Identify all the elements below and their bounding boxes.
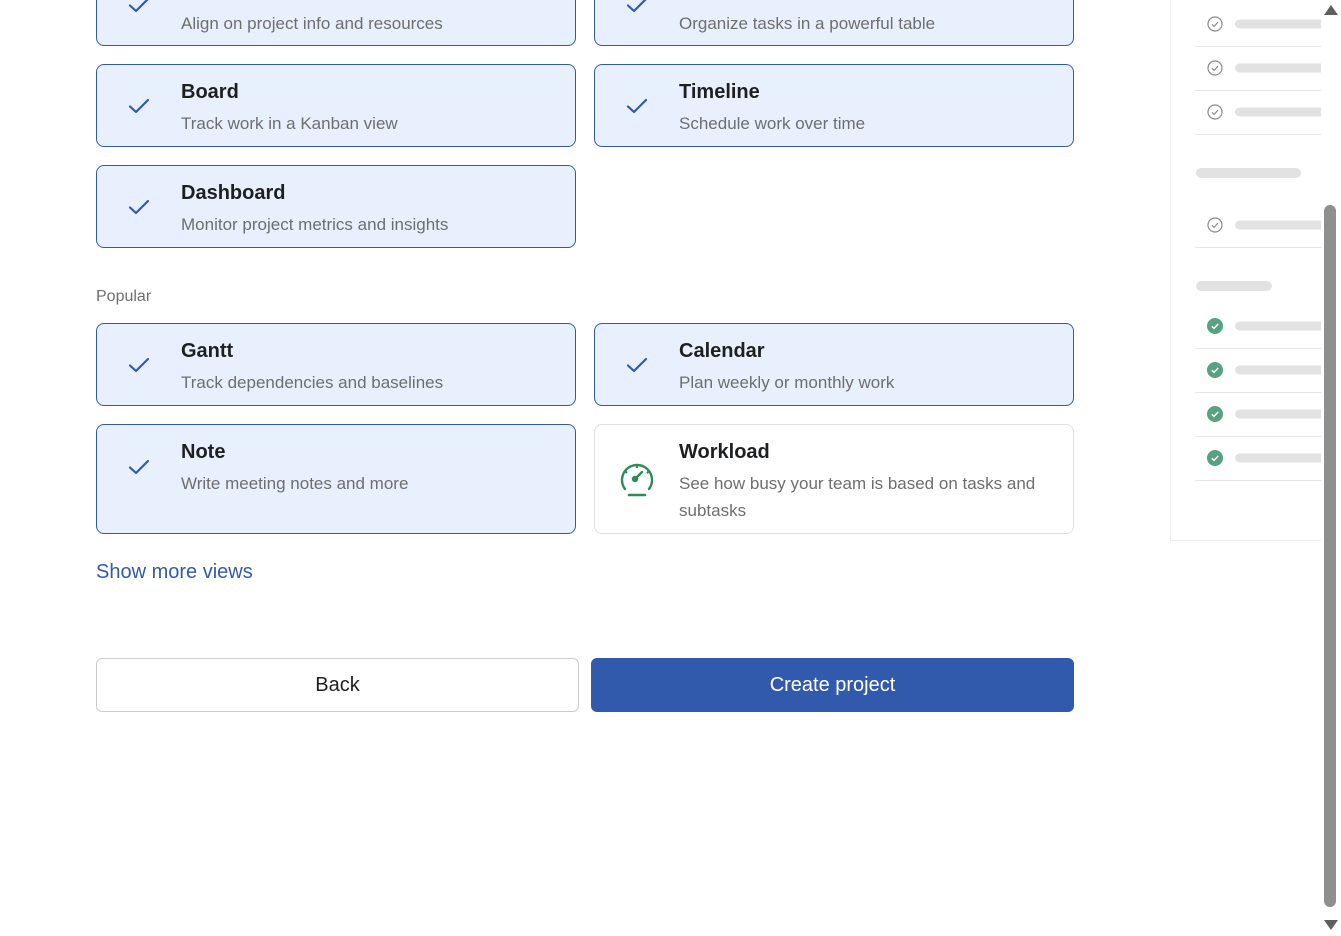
check-icon (623, 351, 651, 379)
view-card-board[interactable]: Board Track work in a Kanban view (96, 64, 576, 147)
view-card-title: Calendar (679, 340, 765, 362)
scroll-down-arrow-icon[interactable] (1324, 920, 1338, 930)
circle-check-icon (1207, 16, 1223, 32)
circle-check-icon (1207, 104, 1223, 120)
preview-task-row (1195, 304, 1325, 349)
view-card-description: Track work in a Kanban view (181, 114, 398, 133)
completed-check-icon (1207, 406, 1223, 422)
view-card-title: Workload (679, 441, 770, 463)
check-icon (125, 351, 153, 379)
check-icon (125, 92, 153, 120)
view-card-title: Note (181, 441, 226, 463)
view-card-description: Align on project info and resources (181, 14, 443, 33)
view-card-description: Track dependencies and baselines (181, 373, 444, 392)
check-icon (623, 92, 651, 120)
completed-check-icon (1207, 450, 1223, 466)
preview-task-placeholder (1235, 107, 1325, 117)
preview-task-placeholder (1235, 321, 1325, 331)
view-card-description: Schedule work over time (679, 114, 866, 133)
view-card-description: Organize tasks in a powerful table (679, 14, 936, 33)
view-card-workload[interactable]: Workload See how busy your team is based… (594, 424, 1074, 534)
preview-task-placeholder (1235, 453, 1325, 463)
preview-task-placeholder (1235, 365, 1325, 375)
completed-check-icon (1207, 318, 1223, 334)
preview-task-row (1195, 90, 1325, 135)
preview-task-placeholder (1235, 63, 1325, 73)
view-card-timeline[interactable]: Timeline Schedule work over time (594, 64, 1074, 147)
view-card-title: Timeline (679, 81, 760, 103)
preview-section-header-placeholder (1196, 281, 1272, 291)
circle-check-icon (1207, 217, 1223, 233)
view-card-gantt[interactable]: Gantt Track dependencies and baselines (96, 323, 576, 406)
project-preview-panel (1170, 0, 1325, 541)
popular-section-label: Popular (96, 288, 152, 305)
preview-task-placeholder (1235, 220, 1325, 230)
preview-task-row (1195, 436, 1325, 481)
scrollbar-thumb[interactable] (1324, 205, 1336, 907)
preview-task-row (1195, 2, 1325, 47)
view-card-calendar[interactable]: Calendar Plan weekly or monthly work (594, 323, 1074, 406)
back-button[interactable]: Back (96, 658, 579, 712)
preview-task-row (1195, 348, 1325, 393)
show-more-views-link[interactable]: Show more views (96, 561, 253, 584)
view-card-title: Gantt (181, 340, 234, 362)
preview-section-header-placeholder (1196, 168, 1301, 178)
circle-check-icon (1207, 60, 1223, 76)
view-card-title: Board (181, 81, 239, 103)
preview-task-placeholder (1235, 19, 1325, 29)
create-project-views-page: Align on project info and resources Orga… (0, 0, 1341, 936)
view-card-title: Dashboard (181, 182, 286, 204)
preview-task-row (1195, 392, 1325, 437)
vertical-scrollbar[interactable] (1321, 0, 1341, 936)
view-card-overview[interactable]: Align on project info and resources (96, 0, 576, 46)
view-card-description: Write meeting notes and more (181, 474, 409, 493)
preview-task-row (1195, 46, 1325, 91)
gauge-icon (617, 459, 657, 499)
view-card-description: Monitor project metrics and insights (181, 215, 449, 234)
preview-task-placeholder (1235, 409, 1325, 419)
completed-check-icon (1207, 362, 1223, 378)
create-project-button[interactable]: Create project (591, 658, 1074, 712)
check-icon (125, 0, 153, 19)
view-card-description: Plan weekly or monthly work (679, 373, 895, 392)
preview-task-row (1195, 203, 1325, 248)
check-icon (623, 0, 651, 19)
check-icon (125, 193, 153, 221)
view-card-description: See how busy your team is based on tasks… (679, 474, 1036, 520)
scroll-up-arrow-icon[interactable] (1324, 5, 1338, 15)
check-icon (125, 453, 153, 481)
view-card-note[interactable]: Note Write meeting notes and more (96, 424, 576, 534)
view-card-list[interactable]: Organize tasks in a powerful table (594, 0, 1074, 46)
view-card-dashboard[interactable]: Dashboard Monitor project metrics and in… (96, 165, 576, 248)
